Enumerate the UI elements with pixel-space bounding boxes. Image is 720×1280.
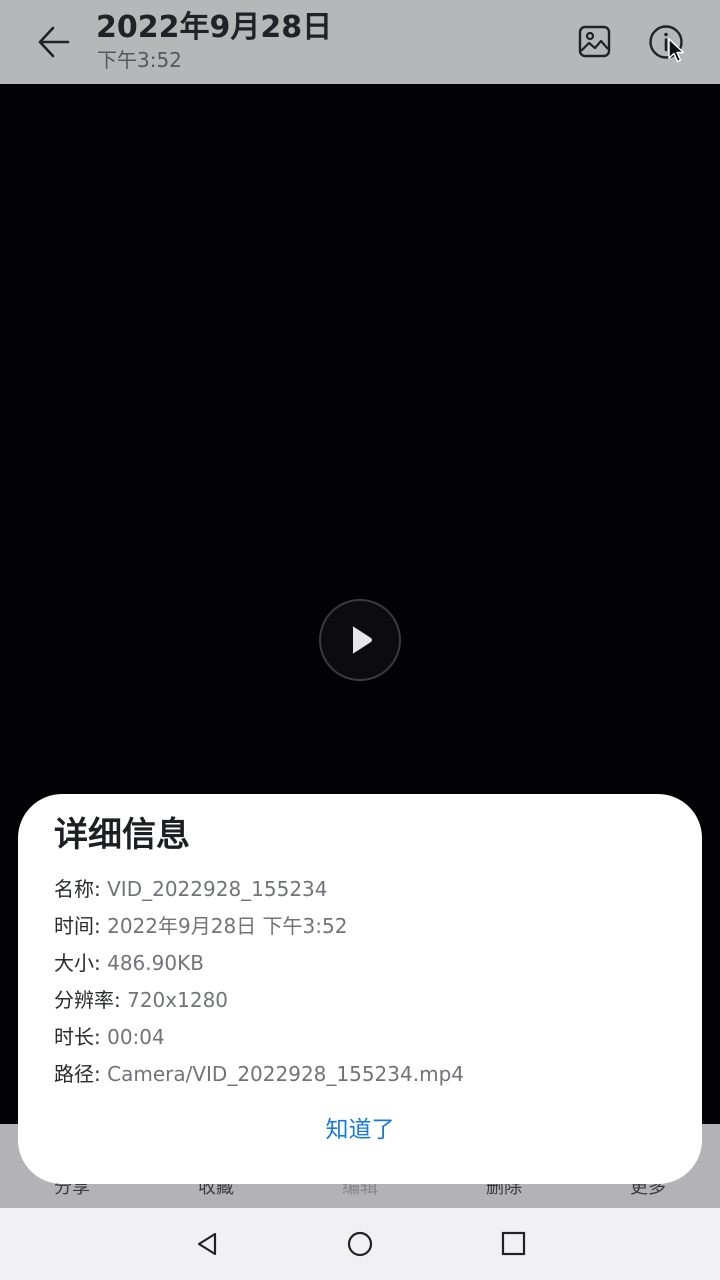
- detail-value: 2022年9月28日 下午3:52: [107, 914, 348, 938]
- ok-button[interactable]: 知道了: [300, 1110, 420, 1150]
- detail-value: VID_2022928_155234: [107, 877, 328, 901]
- nav-recents-icon: [501, 1231, 526, 1256]
- detail-row-path: 路径: Camera/VID_2022928_155234.mp4: [54, 1060, 464, 1088]
- detail-value: 00:04: [107, 1025, 165, 1049]
- nav-home-button[interactable]: [340, 1226, 380, 1262]
- gallery-button[interactable]: [574, 20, 616, 64]
- detail-row-time: 时间: 2022年9月28日 下午3:52: [54, 912, 347, 940]
- page-title: 2022年9月28日: [96, 10, 333, 45]
- detail-value: 720x1280: [127, 988, 229, 1012]
- page-subtitle: 下午3:52: [97, 48, 182, 72]
- system-nav-bar: [0, 1208, 720, 1280]
- details-dialog: 详细信息 名称: VID_2022928_155234 时间: 2022年9月2…: [18, 794, 702, 1184]
- play-button[interactable]: [319, 599, 401, 681]
- detail-key: 时长:: [54, 1025, 108, 1049]
- detail-key: 名称:: [54, 877, 108, 901]
- nav-recents-button[interactable]: [494, 1226, 534, 1262]
- back-arrow-icon: [38, 26, 70, 58]
- top-app-bar: 2022年9月28日 下午3:52: [0, 0, 720, 84]
- detail-key: 分辨率:: [54, 988, 128, 1012]
- nav-back-button[interactable]: [188, 1226, 228, 1262]
- back-button[interactable]: [30, 20, 78, 64]
- detail-key: 大小:: [54, 951, 108, 975]
- detail-key: 时间:: [54, 914, 108, 938]
- play-icon: [352, 626, 372, 654]
- dialog-title: 详细信息: [54, 815, 190, 855]
- detail-row-resolution: 分辨率: 720x1280: [54, 986, 228, 1014]
- nav-home-icon: [347, 1231, 373, 1257]
- detail-value: 486.90KB: [107, 951, 204, 975]
- detail-value: Camera/VID_2022928_155234.mp4: [107, 1062, 464, 1086]
- detail-row-size: 大小: 486.90KB: [54, 949, 204, 977]
- detail-row-name: 名称: VID_2022928_155234: [54, 875, 328, 903]
- mouse-cursor-icon: [668, 38, 685, 63]
- nav-back-icon: [197, 1232, 217, 1256]
- detail-key: 路径:: [54, 1062, 108, 1086]
- detail-row-duration: 时长: 00:04: [54, 1023, 165, 1051]
- gallery-icon: [578, 25, 611, 58]
